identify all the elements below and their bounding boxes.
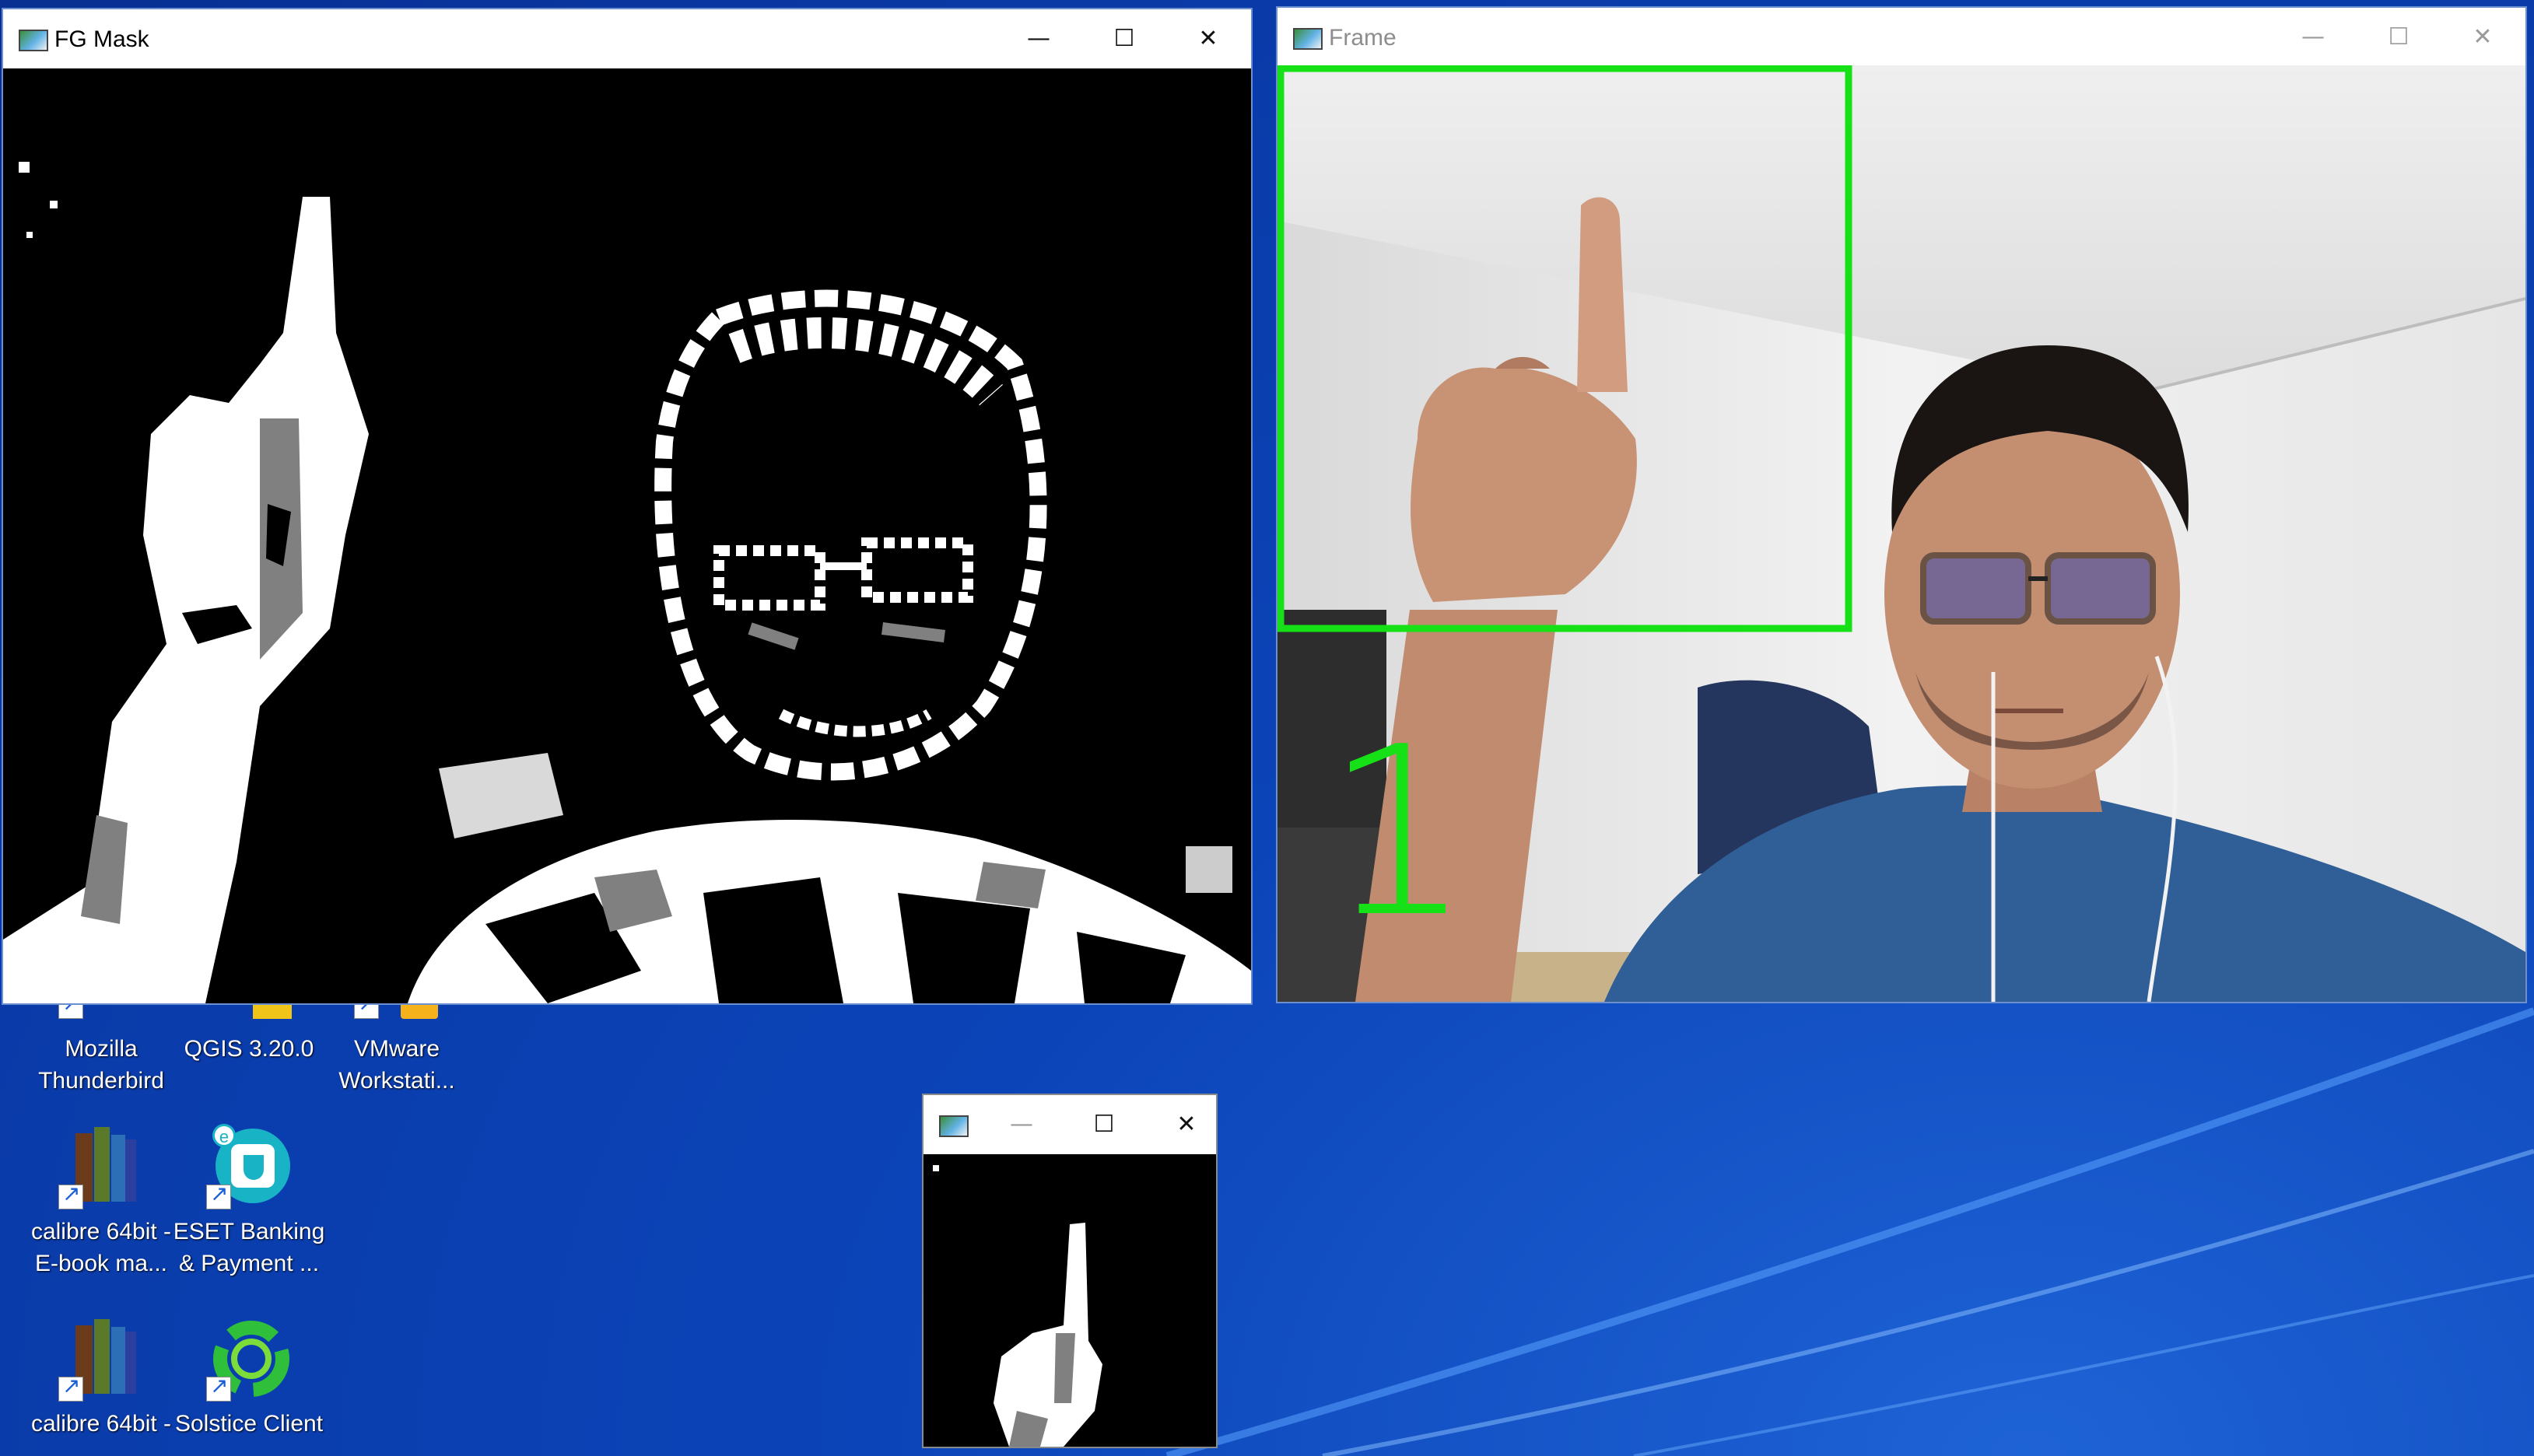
- roi-mask-canvas: [924, 1154, 1216, 1447]
- desktop-icon-calibre[interactable]: calibre 64bit - E-book ma...: [23, 1124, 179, 1279]
- desktop-icon-label: calibre 64bit -: [30, 1219, 172, 1244]
- minimize-icon: —: [2301, 23, 2325, 51]
- minimize-icon: —: [1027, 25, 1050, 52]
- shortcut-arrow-icon: [206, 1181, 231, 1209]
- minimize-button[interactable]: —: [1000, 1100, 1043, 1150]
- roi-window[interactable]: — ☐ ✕: [922, 1094, 1218, 1448]
- shortcut-arrow-icon: [58, 1181, 83, 1209]
- maximize-icon: ☐: [1113, 25, 1135, 52]
- title-bar[interactable]: Frame — ☐ ✕: [1278, 8, 2525, 67]
- fg-mask-window[interactable]: FG Mask — ☐ ✕: [2, 8, 1253, 1005]
- close-button[interactable]: ✕: [1165, 1100, 1208, 1150]
- close-button[interactable]: ✕: [1165, 14, 1251, 64]
- desktop-icon-label: Workstati...: [338, 1068, 455, 1094]
- close-button[interactable]: ✕: [2440, 12, 2525, 62]
- window-title: FG Mask: [54, 26, 149, 52]
- roi-mask-image: [924, 1154, 1216, 1447]
- desktop-icon-label: Solstice Client: [174, 1411, 324, 1437]
- desktop-icon-label: Mozilla: [65, 1036, 138, 1062]
- minimize-button[interactable]: —: [2270, 12, 2356, 62]
- calibre-icon: [58, 1316, 144, 1402]
- desktop-icon-calibre-2[interactable]: calibre 64bit -: [23, 1316, 179, 1440]
- minimize-button[interactable]: —: [996, 14, 1081, 64]
- maximize-button[interactable]: ☐: [1082, 1100, 1126, 1150]
- foreground-mask-canvas: [3, 68, 1251, 1003]
- window-title: Frame: [1329, 25, 1397, 51]
- maximize-icon: ☐: [2388, 23, 2410, 51]
- eset-icon: e: [206, 1124, 292, 1209]
- fg-mask-image: [3, 68, 1251, 1003]
- maximize-icon: ☐: [1093, 1111, 1115, 1138]
- maximize-button[interactable]: ☐: [1081, 14, 1167, 64]
- desktop-icon-label: E-book ma...: [34, 1251, 168, 1276]
- close-icon: ✕: [1198, 25, 1218, 52]
- frame-window[interactable]: Frame — ☐ ✕ 1: [1276, 6, 2527, 1003]
- desktop-icon-label: & Payment ...: [178, 1251, 320, 1276]
- desktop-icon-label: calibre 64bit -: [30, 1411, 172, 1437]
- desktop-icon-label: ESET Banking: [173, 1219, 325, 1244]
- finger-count-label: 1: [1324, 697, 1473, 968]
- desktop-icon-label: VMware: [353, 1036, 440, 1062]
- desktop-icon-solstice[interactable]: Solstice Client: [171, 1316, 327, 1440]
- desktop-icon-eset[interactable]: e ESET Banking & Payment ...: [171, 1124, 327, 1279]
- title-bar[interactable]: — ☐ ✕: [924, 1095, 1216, 1154]
- webcam-image: 1: [1278, 65, 2525, 1002]
- solstice-icon: [206, 1316, 292, 1402]
- title-bar[interactable]: FG Mask — ☐ ✕: [3, 9, 1251, 68]
- minimize-icon: —: [1010, 1111, 1033, 1138]
- close-icon: ✕: [1176, 1111, 1197, 1138]
- desktop-icon-label: Thunderbird: [38, 1068, 164, 1094]
- opencv-window-icon: [1293, 28, 1323, 50]
- desktop-icon-label: QGIS 3.20.0: [184, 1036, 314, 1062]
- close-icon: ✕: [2473, 23, 2493, 51]
- maximize-button[interactable]: ☐: [2356, 12, 2441, 62]
- opencv-window-icon: [19, 30, 48, 51]
- calibre-icon: [58, 1124, 144, 1209]
- shortcut-arrow-icon: [206, 1373, 231, 1402]
- webcam-frame: 1: [1278, 65, 2525, 1002]
- opencv-window-icon: [939, 1115, 969, 1137]
- shortcut-arrow-icon: [58, 1373, 83, 1402]
